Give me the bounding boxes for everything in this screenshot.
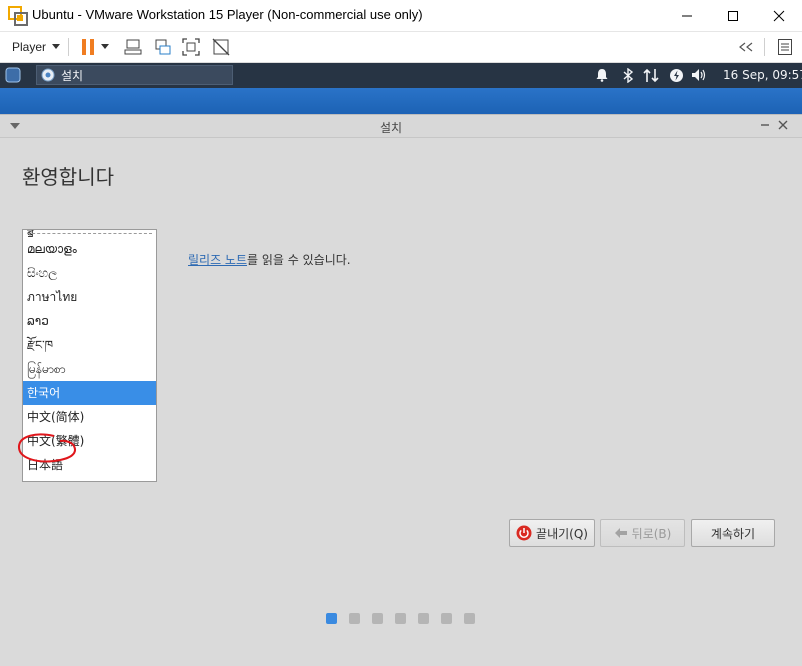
power-tray[interactable]	[668, 67, 684, 83]
quit-button[interactable]: 끝내기(Q)	[509, 519, 595, 547]
installer-window: 설치 환영합니다 ॿ മലയാളം සිංහල ภาษาไทย ລາວ རྫོང…	[0, 114, 802, 666]
xfce-top-panel: 설치 16 Sep, 09:57	[0, 63, 802, 88]
guest-screen: 설치 16 Sep, 09:57 설치 환영합니다 ॿ മലയാളം සිංහල…	[0, 63, 802, 666]
collapse-toolbar-icon	[739, 42, 753, 52]
continue-button-label: 계속하기	[710, 526, 756, 541]
progress-dot	[349, 613, 360, 624]
release-notes-suffix: 를 읽을 수 있습니다.	[247, 253, 351, 267]
close-icon	[773, 10, 785, 21]
continue-button[interactable]: 계속하기	[691, 519, 775, 547]
progress-dot	[418, 613, 429, 624]
removable-devices-button[interactable]	[153, 37, 173, 57]
list-item[interactable]: မြန်မာစာ	[23, 357, 156, 381]
taskbar-item-installer[interactable]: 설치	[36, 65, 233, 85]
list-item[interactable]: ภาษาไทย	[23, 285, 156, 309]
release-notes-link[interactable]: 릴리즈 노트	[188, 253, 247, 267]
send-ctrl-alt-del-button[interactable]	[123, 37, 143, 57]
arrow-left-icon	[614, 528, 627, 538]
vmware-logo-icon	[8, 6, 28, 26]
taskbar-item-label: 설치	[61, 68, 84, 83]
volume-tray[interactable]	[691, 67, 707, 83]
panel-clock[interactable]: 16 Sep, 09:57	[723, 68, 802, 82]
vmware-toolbar: Player	[0, 32, 802, 63]
pause-icon	[82, 39, 94, 55]
close-icon	[778, 120, 788, 130]
list-item[interactable]: 中文(简体)	[23, 405, 156, 429]
quit-button-label: 끝내기(Q)	[536, 526, 588, 541]
whisker-menu-icon[interactable]	[4, 66, 22, 84]
fullscreen-icon	[182, 38, 200, 56]
network-tray[interactable]	[643, 67, 659, 83]
pause-button[interactable]	[78, 37, 98, 57]
network-icon	[643, 68, 659, 82]
minimize-icon	[761, 124, 769, 126]
notifications-tray[interactable]	[594, 67, 610, 83]
progress-dot	[464, 613, 475, 624]
collapse-toolbar-button[interactable]	[736, 37, 756, 57]
unity-button[interactable]	[211, 37, 231, 57]
progress-dot	[395, 613, 406, 624]
pause-dropdown-button[interactable]	[98, 37, 112, 57]
bluetooth-tray[interactable]	[620, 67, 636, 83]
installer-window-title: 설치	[379, 121, 403, 135]
installer-titlebar: 설치	[0, 115, 802, 138]
power-icon	[669, 68, 683, 82]
fullscreen-button[interactable]	[181, 37, 201, 57]
back-button[interactable]: 뒤로(B)	[600, 519, 685, 547]
language-list[interactable]: ॿ മലയാളം සිංහල ภาษาไทย ລາວ རྫོང་ཁ မြန်မာ…	[22, 229, 157, 482]
removable-devices-icon	[155, 39, 171, 55]
back-button-label: 뒤로(B)	[631, 526, 672, 541]
minimize-icon	[682, 15, 692, 16]
installer-minimize-button[interactable]	[758, 118, 772, 132]
toolbar-divider	[764, 38, 765, 56]
chevron-down-icon	[52, 44, 61, 49]
power-off-icon	[516, 525, 532, 541]
bluetooth-icon	[623, 67, 634, 83]
progress-dot-active	[326, 613, 337, 624]
desktop-background	[0, 88, 802, 113]
chevron-down-icon	[101, 44, 109, 49]
minimize-button[interactable]	[664, 0, 710, 31]
notification-bell-icon	[596, 69, 608, 82]
list-scroll-indicator	[27, 233, 152, 234]
toolbar-divider	[68, 38, 69, 56]
list-item[interactable]: සිංහල	[23, 261, 156, 285]
maximize-button[interactable]	[710, 0, 756, 31]
library-button[interactable]	[775, 37, 795, 57]
progress-dot	[372, 613, 383, 624]
library-icon	[778, 39, 792, 55]
list-item-selected[interactable]: 한국어	[23, 381, 156, 405]
window-title: Ubuntu - VMware Workstation 15 Player (N…	[32, 7, 423, 22]
list-item[interactable]: རྫོང་ཁ	[23, 333, 156, 357]
list-item[interactable]: 中文(繁體)	[23, 429, 156, 453]
page-title: 환영합니다	[22, 165, 114, 189]
release-notes-text: 릴리즈 노트를 읽을 수 있습니다.	[188, 251, 351, 268]
progress-dot	[441, 613, 452, 624]
maximize-icon	[728, 10, 738, 21]
close-button[interactable]	[756, 0, 802, 31]
volume-icon	[692, 69, 706, 81]
installer-close-button[interactable]	[776, 118, 790, 132]
send-ctrl-alt-del-icon	[124, 39, 142, 55]
unity-icon	[212, 38, 230, 56]
player-menu-label: Player	[12, 40, 47, 54]
list-item[interactable]: ລາວ	[23, 309, 156, 333]
list-item[interactable]: മലയാളം	[23, 237, 156, 261]
list-item[interactable]: 日本語	[23, 453, 156, 477]
installer-app-icon	[41, 68, 55, 82]
player-menu-button[interactable]: Player	[6, 36, 66, 58]
progress-dots	[326, 613, 475, 624]
vmware-titlebar: Ubuntu - VMware Workstation 15 Player (N…	[0, 0, 802, 32]
